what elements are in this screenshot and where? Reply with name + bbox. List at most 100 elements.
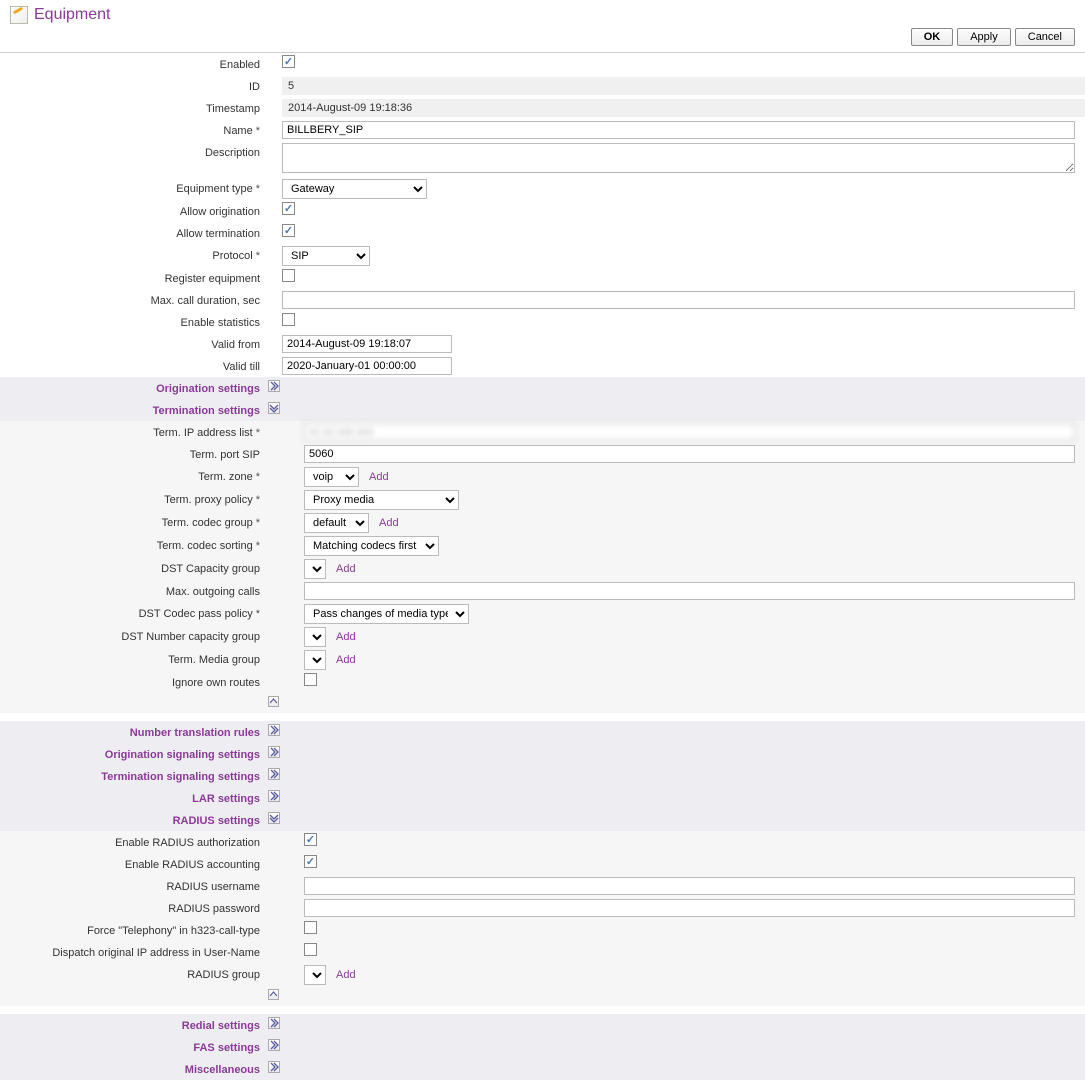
- label-term-ip: Term. IP address list*: [0, 422, 268, 440]
- allow-origination-checkbox[interactable]: [282, 202, 295, 215]
- section-redial[interactable]: Redial settings: [182, 1020, 260, 1032]
- label-ignore-own-routes: Ignore own routes: [0, 672, 268, 690]
- term-proxy-policy-select[interactable]: Proxy media: [304, 490, 459, 510]
- term-media-group-select[interactable]: [304, 650, 326, 670]
- label-radius-username: RADIUS username: [0, 876, 268, 894]
- radius-group-add-link[interactable]: Add: [336, 969, 356, 981]
- enabled-checkbox[interactable]: [282, 55, 295, 68]
- valid-from-input[interactable]: [282, 335, 452, 353]
- max-outgoing-input[interactable]: [304, 582, 1075, 600]
- expand-right-icon[interactable]: [268, 1061, 280, 1073]
- label-timestamp: Timestamp: [0, 98, 268, 116]
- label-term-codec-sorting: Term. codec sorting*: [0, 535, 268, 553]
- label-register-equipment: Register equipment: [0, 268, 268, 286]
- label-radius-group: RADIUS group: [0, 964, 268, 982]
- label-force-telephony: Force "Telephony" in h323-call-type: [0, 920, 268, 938]
- allow-termination-checkbox[interactable]: [282, 224, 295, 237]
- label-term-zone: Term. zone*: [0, 466, 268, 484]
- dst-number-cap-add-link[interactable]: Add: [336, 631, 356, 643]
- label-allow-origination: Allow origination: [0, 201, 268, 219]
- term-ip-input[interactable]: [304, 423, 1075, 441]
- ignore-own-routes-checkbox[interactable]: [304, 673, 317, 686]
- dst-capacity-group-select[interactable]: [304, 559, 326, 579]
- term-zone-select[interactable]: voip: [304, 467, 359, 487]
- label-dst-codec-pass: DST Codec pass policy*: [0, 603, 268, 621]
- label-description: Description: [0, 142, 268, 160]
- termination-settings-body: Term. IP address list* Term. port SIP Te…: [0, 421, 1085, 713]
- term-zone-add-link[interactable]: Add: [369, 471, 389, 483]
- section-termination-settings[interactable]: Termination settings: [153, 405, 260, 417]
- term-port-input[interactable]: [304, 445, 1075, 463]
- description-input[interactable]: [282, 143, 1075, 173]
- equipment-type-select[interactable]: Gateway: [282, 179, 427, 199]
- label-max-outgoing: Max. outgoing calls: [0, 581, 268, 599]
- enable-statistics-checkbox[interactable]: [282, 313, 295, 326]
- dispatch-ip-checkbox[interactable]: [304, 943, 317, 956]
- section-number-translation[interactable]: Number translation rules: [130, 727, 260, 739]
- form-area: Enabled ID 5 Timestamp 2014-August-09 19…: [0, 53, 1085, 1080]
- page-title: Equipment: [34, 6, 111, 24]
- label-dispatch-ip: Dispatch original IP address in User-Nam…: [0, 942, 268, 960]
- label-term-codec-group: Term. codec group*: [0, 512, 268, 530]
- expand-right-icon[interactable]: [268, 768, 280, 780]
- expand-right-icon[interactable]: [268, 1017, 280, 1029]
- label-dst-number-cap: DST Number capacity group: [0, 626, 268, 644]
- max-call-duration-input[interactable]: [282, 291, 1075, 309]
- label-term-proxy-policy: Term. proxy policy*: [0, 489, 268, 507]
- edit-icon: [10, 6, 28, 24]
- id-value: 5: [282, 77, 1085, 95]
- expand-down-icon[interactable]: [268, 812, 280, 824]
- label-name: Name*: [0, 120, 268, 138]
- section-origination-settings[interactable]: Origination settings: [156, 383, 260, 395]
- radius-group-select[interactable]: [304, 965, 326, 985]
- expand-right-icon[interactable]: [268, 724, 280, 736]
- term-codec-sorting-select[interactable]: Matching codecs first: [304, 536, 439, 556]
- radius-acct-checkbox[interactable]: [304, 855, 317, 868]
- expand-right-icon[interactable]: [268, 380, 280, 392]
- label-valid-from: Valid from: [0, 334, 268, 352]
- label-id: ID: [0, 76, 268, 94]
- label-enable-statistics: Enable statistics: [0, 312, 268, 330]
- radius-username-input[interactable]: [304, 877, 1075, 895]
- dst-capacity-group-add-link[interactable]: Add: [336, 563, 356, 575]
- dst-number-cap-select[interactable]: [304, 627, 326, 647]
- expand-right-icon[interactable]: [268, 746, 280, 758]
- section-termination-signaling[interactable]: Termination signaling settings: [101, 771, 260, 783]
- force-telephony-checkbox[interactable]: [304, 921, 317, 934]
- label-term-port: Term. port SIP: [0, 444, 268, 462]
- label-allow-termination: Allow termination: [0, 223, 268, 241]
- name-input[interactable]: [282, 121, 1075, 139]
- section-radius[interactable]: RADIUS settings: [173, 815, 260, 827]
- section-lar[interactable]: LAR settings: [192, 793, 260, 805]
- section-fas[interactable]: FAS settings: [193, 1042, 260, 1054]
- cancel-button[interactable]: Cancel: [1015, 28, 1075, 46]
- label-equipment-type: Equipment type*: [0, 178, 268, 196]
- button-bar: OK Apply Cancel: [0, 28, 1085, 52]
- label-enabled: Enabled: [0, 54, 268, 72]
- ok-button[interactable]: OK: [911, 28, 954, 46]
- radius-password-input[interactable]: [304, 899, 1075, 917]
- collapse-up-icon[interactable]: [268, 989, 279, 1000]
- page-header: Equipment: [0, 0, 1085, 28]
- section-origination-signaling[interactable]: Origination signaling settings: [105, 749, 260, 761]
- label-max-call-duration: Max. call duration, sec: [0, 290, 268, 308]
- label-protocol: Protocol*: [0, 245, 268, 263]
- term-codec-group-add-link[interactable]: Add: [379, 517, 399, 529]
- expand-right-icon[interactable]: [268, 790, 280, 802]
- radius-body: Enable RADIUS authorization Enable RADIU…: [0, 831, 1085, 1006]
- valid-till-input[interactable]: [282, 357, 452, 375]
- expand-down-icon[interactable]: [268, 402, 280, 414]
- collapse-up-icon[interactable]: [268, 696, 279, 707]
- section-misc[interactable]: Miscellaneous: [185, 1064, 260, 1076]
- term-codec-group-select[interactable]: default: [304, 513, 369, 533]
- term-media-group-add-link[interactable]: Add: [336, 654, 356, 666]
- label-valid-till: Valid till: [0, 356, 268, 374]
- protocol-select[interactable]: SIP: [282, 246, 370, 266]
- expand-right-icon[interactable]: [268, 1039, 280, 1051]
- apply-button[interactable]: Apply: [957, 28, 1011, 46]
- label-term-media-group: Term. Media group: [0, 649, 268, 667]
- label-radius-acct: Enable RADIUS accounting: [0, 854, 268, 872]
- register-equipment-checkbox[interactable]: [282, 269, 295, 282]
- dst-codec-pass-select[interactable]: Pass changes of media type: [304, 604, 469, 624]
- radius-auth-checkbox[interactable]: [304, 833, 317, 846]
